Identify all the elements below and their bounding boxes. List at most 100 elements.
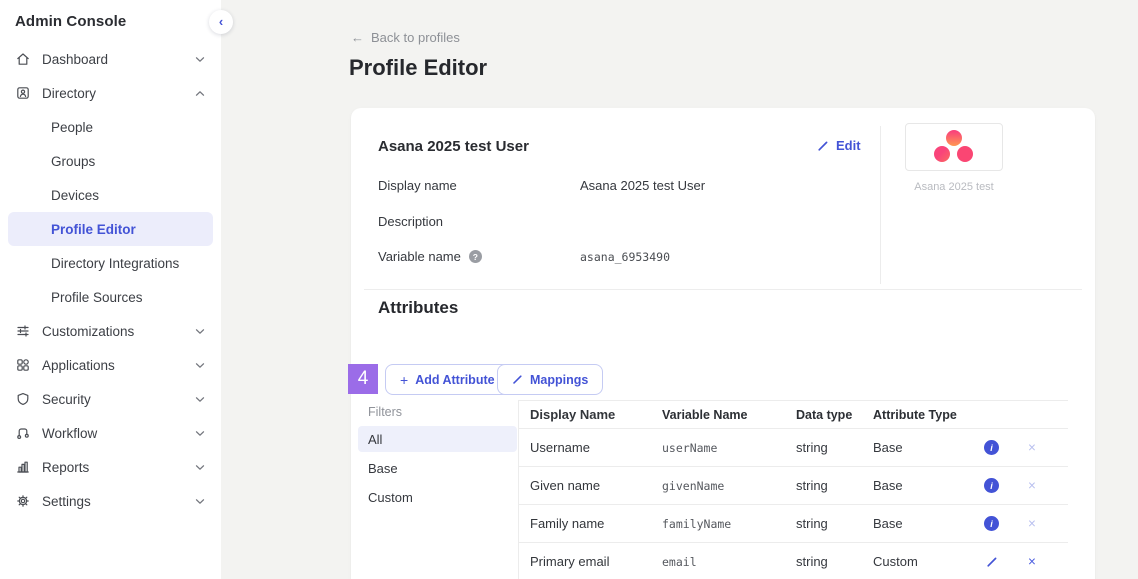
- cell-data-type: string: [796, 516, 873, 531]
- cell-attribute-type: Custom: [873, 554, 969, 569]
- cell-attribute-type: Base: [873, 516, 969, 531]
- mappings-label: Mappings: [530, 373, 588, 387]
- filter-option-base[interactable]: Base: [358, 455, 517, 481]
- close-icon[interactable]: ×: [1025, 441, 1039, 455]
- plus-icon: +: [400, 373, 408, 387]
- table-row-primary-email: Primary email email string Custom ×: [518, 543, 1068, 579]
- chevron-down-icon: [195, 396, 205, 403]
- sidebar-item-label: Applications: [42, 358, 115, 373]
- logo-caption: Asana 2025 test: [875, 181, 1033, 193]
- sidebar-item-workflow[interactable]: Workflow: [0, 416, 221, 450]
- filter-option-custom[interactable]: Custom: [358, 484, 517, 510]
- section-divider: [364, 289, 1082, 290]
- pencil-icon[interactable]: [984, 554, 999, 569]
- chevron-down-icon: [195, 430, 205, 437]
- column-header-data-type: Data type: [796, 408, 873, 422]
- cell-display-name: Given name: [530, 478, 662, 493]
- back-to-profiles-link[interactable]: ← Back to profiles: [351, 30, 460, 45]
- table-row-given-name: Given name givenName string Base i ×: [518, 467, 1068, 505]
- column-header-display-name: Display Name: [530, 407, 662, 422]
- profile-editor-card: Asana 2025 test User Edit Display name A…: [351, 108, 1095, 579]
- table-header-row: Display Name Variable Name Data type Att…: [518, 401, 1068, 429]
- chevron-left-icon: ‹: [219, 15, 223, 28]
- field-label-variable-name: Variable name ?: [378, 249, 482, 264]
- sidebar-item-groups[interactable]: Groups: [0, 144, 221, 178]
- field-label-description: Description: [378, 214, 443, 229]
- sidebar-item-people[interactable]: People: [0, 110, 221, 144]
- column-header-attribute-type: Attribute Type: [873, 408, 969, 422]
- home-icon: [15, 51, 31, 67]
- sidebar-item-label: Directory Integrations: [51, 256, 179, 271]
- chevron-down-icon: [195, 498, 205, 505]
- gear-icon: [15, 493, 31, 509]
- help-icon[interactable]: ?: [469, 250, 482, 263]
- bar-chart-icon: [15, 459, 31, 475]
- cell-variable-name: userName: [662, 441, 796, 455]
- sidebar-item-devices[interactable]: Devices: [0, 178, 221, 212]
- field-label-display-name: Display name: [378, 178, 457, 193]
- chevron-down-icon: [195, 362, 205, 369]
- sidebar-item-label: Security: [42, 392, 91, 407]
- sidebar-item-directory[interactable]: Directory: [0, 76, 221, 110]
- shield-icon: [15, 391, 31, 407]
- info-icon[interactable]: i: [984, 478, 999, 493]
- card-vertical-divider: [880, 126, 881, 284]
- sidebar-item-label: Profile Editor: [51, 222, 136, 237]
- add-attribute-button[interactable]: + Add Attribute: [385, 364, 510, 395]
- cell-attribute-type: Base: [873, 440, 969, 455]
- filter-option-all[interactable]: All: [358, 426, 517, 452]
- sidebar-nav: Dashboard Directory People Groups Device…: [0, 42, 221, 518]
- sidebar-item-customizations[interactable]: Customizations: [0, 314, 221, 348]
- info-icon[interactable]: i: [984, 440, 999, 455]
- cell-data-type: string: [796, 478, 873, 493]
- close-icon[interactable]: ×: [1025, 479, 1039, 493]
- sidebar-item-label: Customizations: [42, 324, 134, 339]
- close-icon[interactable]: ×: [1025, 517, 1039, 531]
- table-row-username: Username userName string Base i ×: [518, 429, 1068, 467]
- sidebar-item-profile-sources[interactable]: Profile Sources: [0, 280, 221, 314]
- page-title: Profile Editor: [349, 55, 487, 81]
- sidebar-item-reports[interactable]: Reports: [0, 450, 221, 484]
- directory-icon: [15, 85, 31, 101]
- sidebar-item-label: Workflow: [42, 426, 97, 441]
- sidebar-item-dashboard[interactable]: Dashboard: [0, 42, 221, 76]
- grid-icon: [15, 357, 31, 373]
- info-icon[interactable]: i: [984, 516, 999, 531]
- sidebar-item-directory-integrations[interactable]: Directory Integrations: [0, 246, 221, 280]
- chevron-down-icon: [195, 328, 205, 335]
- column-header-variable-name: Variable Name: [662, 408, 796, 422]
- back-arrow-icon: ←: [351, 30, 364, 45]
- attributes-table: Display Name Variable Name Data type Att…: [518, 400, 1068, 579]
- workflow-icon: [15, 425, 31, 441]
- sidebar-item-security[interactable]: Security: [0, 382, 221, 416]
- field-value-variable-name: asana_6953490: [580, 250, 670, 264]
- sidebar-item-settings[interactable]: Settings: [0, 484, 221, 518]
- cell-display-name: Username: [530, 440, 662, 455]
- chevron-down-icon: [195, 56, 205, 63]
- asana-logo-dot: [934, 146, 950, 162]
- field-value-display-name: Asana 2025 test User: [580, 178, 705, 193]
- sidebar-item-profile-editor[interactable]: Profile Editor: [8, 212, 213, 246]
- edit-button[interactable]: Edit: [817, 138, 861, 153]
- add-attribute-label: Add Attribute: [415, 373, 494, 387]
- chevron-down-icon: [195, 464, 205, 471]
- app-title: Admin Console: [15, 13, 126, 30]
- attributes-title: Attributes: [378, 298, 458, 318]
- cell-variable-name: email: [662, 555, 796, 569]
- sidebar-item-label: Groups: [51, 154, 95, 169]
- sidebar-item-label: People: [51, 120, 93, 135]
- sidebar-item-label: Reports: [42, 460, 89, 475]
- sidebar-item-label: Dashboard: [42, 52, 108, 67]
- cell-variable-name: givenName: [662, 479, 796, 493]
- table-row-family-name: Family name familyName string Base i ×: [518, 505, 1068, 543]
- cell-data-type: string: [796, 554, 873, 569]
- asana-logo-dot: [957, 146, 973, 162]
- edit-button-label: Edit: [836, 138, 861, 153]
- close-icon[interactable]: ×: [1025, 555, 1039, 569]
- sliders-icon: [15, 323, 31, 339]
- profile-name: Asana 2025 test User: [378, 138, 529, 155]
- mappings-button[interactable]: Mappings: [497, 364, 603, 395]
- sidebar-collapse-button[interactable]: ‹: [209, 10, 233, 34]
- sidebar-item-applications[interactable]: Applications: [0, 348, 221, 382]
- annotation-badge-4: 4: [348, 364, 378, 394]
